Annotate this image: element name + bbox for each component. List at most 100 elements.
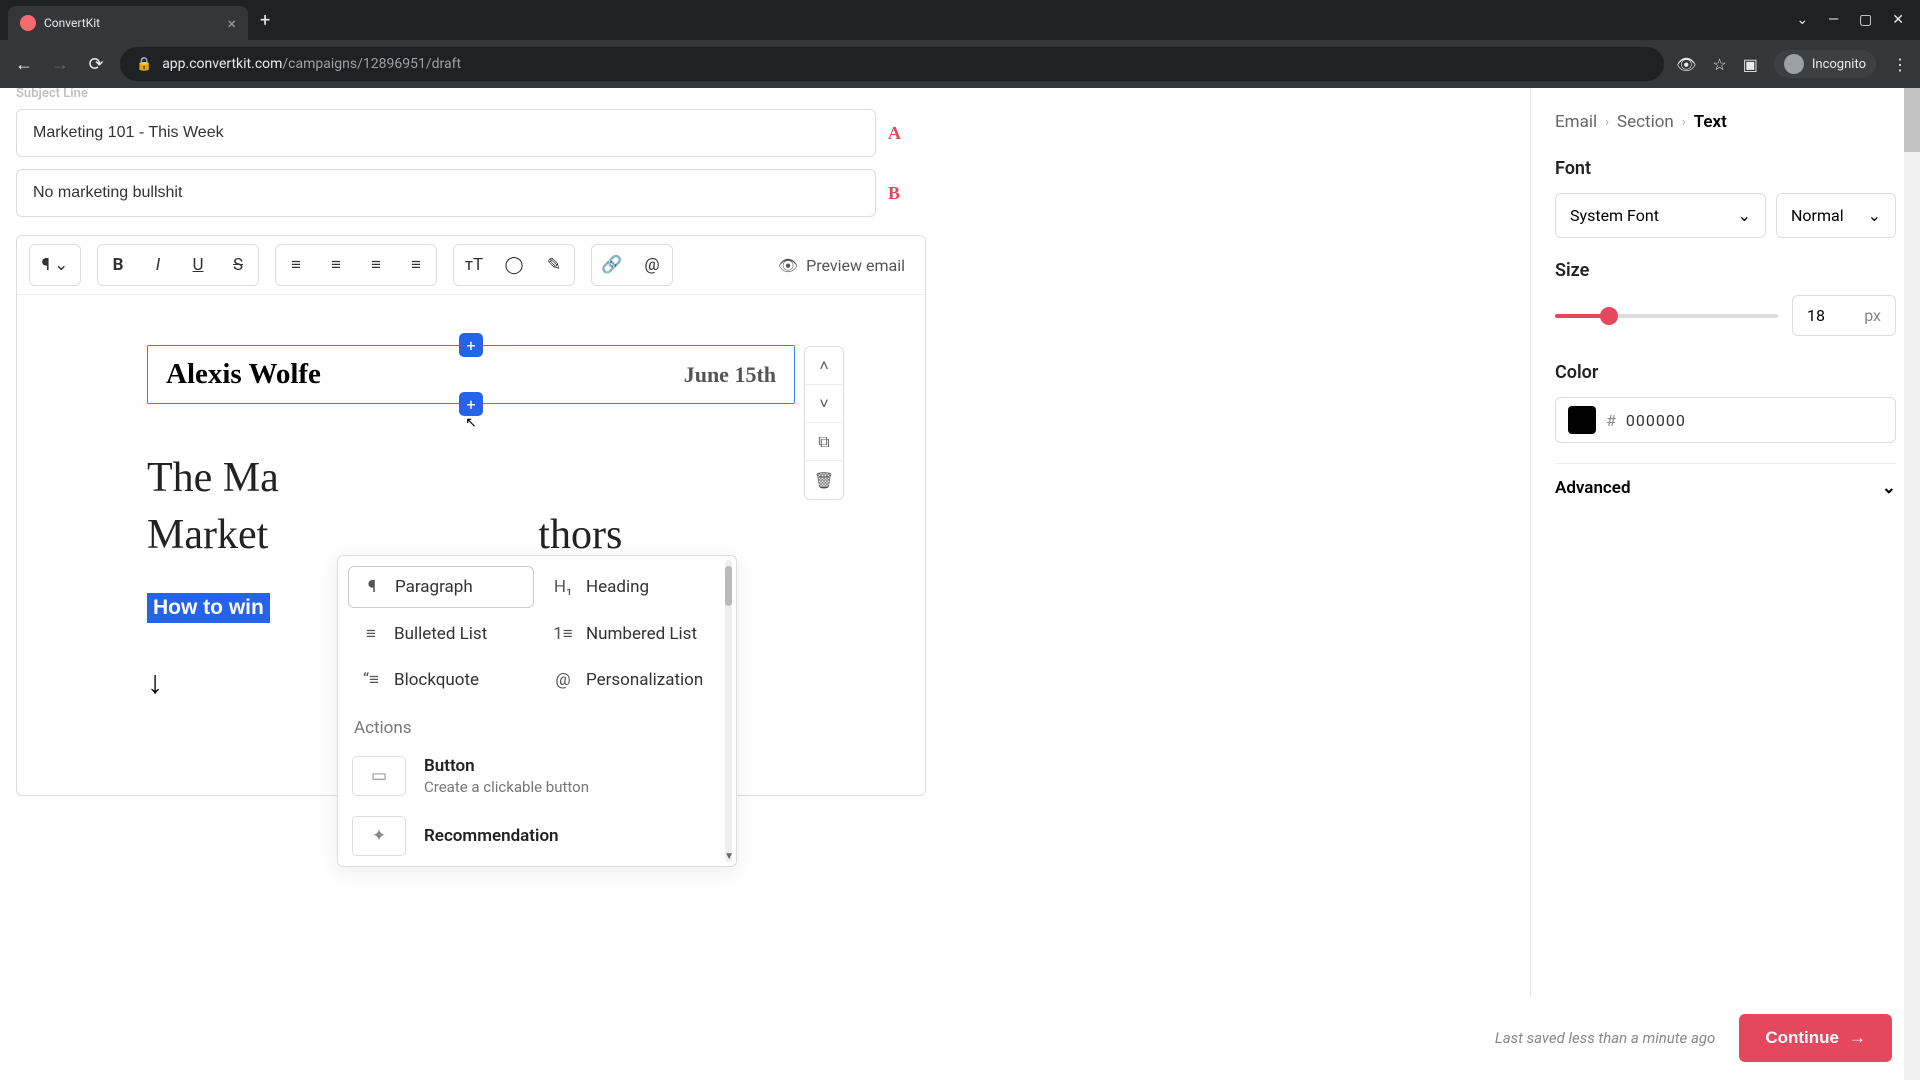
heading-icon: H₁ [552, 577, 574, 597]
size-label: Size [1555, 260, 1896, 281]
align-justify-button[interactable]: ≡ [396, 245, 436, 285]
preview-email-button[interactable]: 👁 Preview email [778, 256, 913, 275]
add-block-above-button[interactable]: + [459, 333, 483, 357]
browser-tab[interactable]: ConvertKit × [8, 6, 248, 40]
chevron-down-icon: ⌄ [1868, 206, 1881, 225]
url-field[interactable]: 🔒 app.convertkit.com/campaigns/12896951/… [120, 47, 1664, 81]
picker-heading[interactable]: H₁ Heading [540, 566, 726, 608]
bold-button[interactable]: B [98, 245, 138, 285]
incognito-badge[interactable]: Incognito [1774, 50, 1876, 78]
italic-button[interactable]: I [138, 245, 178, 285]
panel-icon[interactable]: ▣ [1743, 55, 1758, 74]
eye-off-icon[interactable]: 👁 [1676, 55, 1696, 74]
style-panel: Email › Section › Text Font System Font … [1530, 88, 1920, 1080]
arrow-right-icon: → [1849, 1028, 1866, 1048]
scrollbar-thumb[interactable] [725, 566, 732, 606]
font-label: Font [1555, 158, 1896, 179]
canvas[interactable]: + Alexis Wolfe June 15th + ↖ ˄ ˅ ⧉ 🗑 [17, 295, 925, 795]
crumb-section[interactable]: Section [1617, 112, 1674, 132]
add-block-below-button[interactable]: + [459, 392, 483, 416]
color-swatch[interactable] [1568, 406, 1596, 434]
bookmark-icon[interactable]: ☆ [1712, 55, 1726, 74]
author-name[interactable]: Alexis Wolfe [166, 358, 321, 391]
maximize-icon[interactable]: ▢ [1859, 12, 1872, 28]
picker-section-label: Actions [338, 710, 736, 746]
selected-text-block[interactable]: + Alexis Wolfe June 15th + ↖ ˄ ˅ ⧉ 🗑 [147, 345, 795, 404]
strikethrough-button[interactable]: S [218, 245, 258, 285]
advanced-section-toggle[interactable]: Advanced ⌄ [1555, 463, 1896, 512]
tab-title: ConvertKit [44, 16, 219, 30]
back-icon[interactable]: ← [12, 54, 36, 75]
incognito-icon [1784, 54, 1804, 74]
chevron-down-icon[interactable]: ▼ [724, 851, 734, 862]
eye-icon: 👁 [778, 256, 798, 275]
breadcrumb: Email › Section › Text [1555, 112, 1896, 132]
picker-blockquote[interactable]: “≡ Blockquote [348, 660, 534, 700]
chevron-down-icon: ⌄ [1882, 478, 1896, 498]
size-slider[interactable] [1555, 314, 1778, 318]
delete-button[interactable]: 🗑 [805, 461, 843, 499]
new-tab-button[interactable]: + [260, 10, 270, 31]
chevron-down-icon: ⌄ [1738, 206, 1751, 225]
address-bar: ← → ⟳ 🔒 app.convertkit.com/campaigns/128… [0, 40, 1920, 88]
page-scrollbar[interactable] [1904, 88, 1920, 1080]
forward-icon: → [48, 54, 72, 75]
paragraph-style-dropdown[interactable]: ¶ ⌄ [30, 245, 80, 285]
picker-paragraph[interactable]: ¶ Paragraph [348, 566, 534, 608]
personalization-icon: @ [552, 670, 574, 690]
tab-search-icon[interactable]: ⌄ [1796, 12, 1808, 28]
editor: ¶ ⌄ B I U S ≡ ≡ ≡ ≡ [16, 235, 926, 796]
duplicate-button[interactable]: ⧉ [805, 423, 843, 461]
footer-bar: Last saved less than a minute ago Contin… [0, 996, 1920, 1080]
picker-action-button[interactable]: ▭ Button Create a clickable button [338, 746, 736, 806]
continue-button[interactable]: Continue → [1739, 1014, 1892, 1062]
subject-input-b[interactable] [16, 169, 876, 217]
button-thumb-icon: ▭ [352, 756, 406, 796]
browser-chrome: ConvertKit × + ⌄ — ▢ ✕ ← → ⟳ 🔒 app.conve… [0, 0, 1920, 88]
highlight-button[interactable]: ✎ [534, 245, 574, 285]
bullet-list-icon: ≡ [360, 624, 382, 644]
chevron-right-icon: › [1682, 115, 1686, 130]
align-left-button[interactable]: ≡ [276, 245, 316, 285]
underline-button[interactable]: U [178, 245, 218, 285]
picker-numbered-list[interactable]: 1≡ Numbered List [540, 614, 726, 654]
color-input[interactable]: # 000000 [1555, 397, 1896, 443]
font-size-button[interactable]: тT [454, 245, 494, 285]
color-label: Color [1555, 362, 1896, 383]
text-color-button[interactable]: ◯ [494, 245, 534, 285]
block-controls: ˄ ˅ ⧉ 🗑 [804, 346, 844, 500]
link-button[interactable]: 🔗 [592, 245, 632, 285]
paragraph-icon: ¶ [361, 577, 383, 597]
move-down-button[interactable]: ˅ [805, 385, 843, 423]
highlighted-text[interactable]: How to win [147, 593, 270, 623]
subject-input-a[interactable] [16, 109, 876, 157]
font-weight-select[interactable]: Normal ⌄ [1776, 193, 1896, 238]
move-up-button[interactable]: ˄ [805, 347, 843, 385]
favicon-icon [20, 15, 36, 31]
close-icon[interactable]: × [227, 14, 236, 33]
toolbar: ¶ ⌄ B I U S ≡ ≡ ≡ ≡ [17, 236, 925, 295]
minimize-icon[interactable]: — [1828, 12, 1839, 28]
close-window-icon[interactable]: ✕ [1892, 12, 1904, 28]
picker-personalization[interactable]: @ Personalization [540, 660, 726, 700]
cursor-icon: ↖ [465, 415, 477, 431]
scrollbar-thumb[interactable] [1904, 88, 1920, 152]
mention-button[interactable]: @ [632, 245, 672, 285]
picker-bulleted-list[interactable]: ≡ Bulleted List [348, 614, 534, 654]
recommendation-thumb-icon: ✦ [352, 816, 406, 856]
picker-action-recommendation[interactable]: ✦ Recommendation [338, 806, 736, 866]
heading-block[interactable]: The Ma Marketthors [147, 450, 795, 563]
size-input[interactable]: 18 px [1792, 295, 1896, 336]
last-saved-text: Last saved less than a minute ago [1495, 1029, 1715, 1047]
align-right-button[interactable]: ≡ [356, 245, 396, 285]
url-text: app.convertkit.com/campaigns/12896951/dr… [162, 56, 461, 72]
slider-thumb[interactable] [1600, 307, 1618, 325]
font-family-select[interactable]: System Font ⌄ [1555, 193, 1766, 238]
app: Subject Line A B ✕ ¶ ⌄ B I [0, 88, 1920, 1080]
lock-icon: 🔒 [136, 57, 152, 72]
date-text[interactable]: June 15th [684, 362, 776, 388]
reload-icon[interactable]: ⟳ [84, 54, 108, 75]
menu-icon[interactable]: ⋮ [1892, 55, 1908, 74]
align-center-button[interactable]: ≡ [316, 245, 356, 285]
crumb-email[interactable]: Email [1555, 112, 1597, 132]
